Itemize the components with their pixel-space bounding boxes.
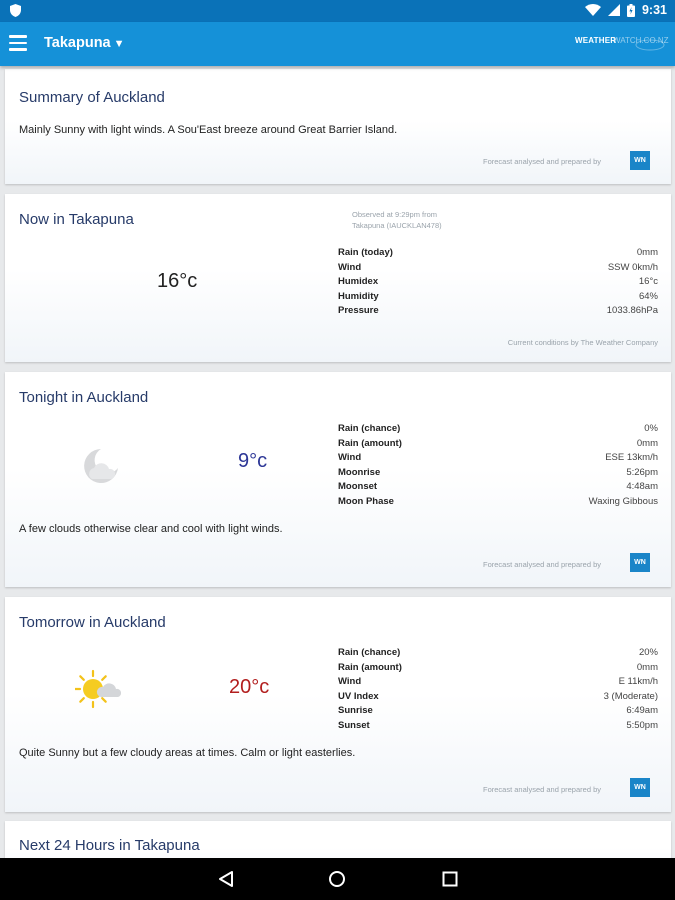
- location-label: Takapuna: [44, 35, 111, 51]
- tonight-text: A few clouds otherwise clear and cool wi…: [19, 523, 283, 535]
- detail-row: Pressure 1033.86hPa: [338, 305, 658, 317]
- status-bar: 9:31: [0, 0, 675, 22]
- caret-down-icon: ▼: [113, 38, 125, 50]
- now-details: Rain (today) 0mm Wind SSW 0km/h Humidex 16°…: [338, 247, 658, 320]
- summary-text: Mainly Sunny with light winds. A Sou'Eas…: [19, 124, 398, 136]
- tonight-credit: Forecast analysed and prepared by: [483, 560, 601, 569]
- detail-row: Rain (amount) 0mm: [338, 661, 658, 673]
- clock: 9:31: [641, 3, 667, 17]
- wn-logo: WN: [630, 553, 650, 572]
- navigation-bar: [0, 858, 675, 900]
- detail-row: Rain (chance) 20%: [338, 647, 658, 658]
- detail-row: Rain (chance) 0%: [338, 423, 658, 434]
- app-bar: Takapuna ▼ WEATHER WATCH.CO.NZ: [0, 22, 675, 66]
- detail-row: Wind E 11km/h: [338, 676, 658, 688]
- detail-row: Moon Phase Waxing Gibbous: [338, 495, 658, 507]
- detail-row: Moonset 4:48am: [338, 481, 658, 493]
- tomorrow-credit: Forecast analysed and prepared by: [483, 785, 601, 794]
- now-title: Now in Takapuna: [19, 211, 134, 228]
- detail-row: Rain (today) 0mm: [338, 247, 658, 258]
- summary-title: Summary of Auckland: [19, 89, 165, 106]
- sun-cloud-icon: [75, 669, 121, 709]
- detail-row: Sunrise 6:49am: [338, 705, 658, 717]
- observed-time: Observed at 9:29pm from: [352, 210, 438, 219]
- wn-logo: WN: [630, 151, 650, 170]
- now-card: Now in Takapuna Observed at 9:29pm from …: [5, 194, 671, 362]
- menu-icon[interactable]: [9, 35, 27, 51]
- detail-row: Humidity 64%: [338, 290, 658, 302]
- detail-row: Wind SSW 0km/h: [338, 261, 658, 273]
- tomorrow-title: Tomorrow in Auckland: [19, 614, 166, 631]
- location-selector[interactable]: Takapuna ▼: [44, 35, 125, 51]
- now-credit: Current conditions by The Weather Compan…: [507, 338, 658, 347]
- tomorrow-temperature: 20°c: [229, 676, 270, 698]
- brand-text-watch: WATCH.CO.NZ: [613, 36, 669, 45]
- cell-signal-icon: [607, 4, 620, 16]
- detail-row: UV Index 3 (Moderate): [338, 690, 658, 702]
- weatherwatch-logo: WEATHER WATCH.CO.NZ: [575, 35, 669, 53]
- tomorrow-card: Tomorrow in Auckland 20°c Rain (chance) 2…: [5, 597, 671, 812]
- battery-icon: [626, 3, 635, 17]
- shield-icon: [10, 4, 21, 17]
- brand-text-weather: WEATHER: [575, 36, 617, 45]
- tomorrow-details: Rain (chance) 20% Rain (amount) 0mm Wind E …: [338, 647, 658, 735]
- next24-card: Next 24 Hours in Takapuna: [5, 821, 671, 858]
- tonight-details: Rain (chance) 0% Rain (amount) 0mm Wind ESE…: [338, 423, 658, 511]
- detail-row: Humidex 16°c: [338, 276, 658, 288]
- observed-station: Takapuna (IAUCKLAN478): [352, 221, 442, 230]
- recents-icon[interactable]: [441, 870, 459, 888]
- observed-info: Observed at 9:29pm from Takapuna (IAUCKL…: [352, 209, 442, 231]
- moon-cloud-icon: [84, 449, 118, 483]
- tonight-card: Tonight in Auckland 9°c Rain (chance) 0% …: [5, 372, 671, 587]
- wifi-icon: [584, 4, 601, 16]
- current-temperature: 16°c: [157, 270, 198, 292]
- detail-row: Sunset 5:50pm: [338, 719, 658, 731]
- detail-row: Moonrise 5:26pm: [338, 466, 658, 478]
- tonight-temperature: 9°c: [238, 450, 268, 472]
- tomorrow-text: Quite Sunny but a few cloudy areas at ti…: [19, 747, 356, 759]
- next24-title: Next 24 Hours in Takapuna: [19, 837, 200, 854]
- wn-logo: WN: [630, 778, 650, 797]
- home-icon[interactable]: [328, 870, 346, 888]
- tonight-title: Tonight in Auckland: [19, 389, 149, 406]
- forecast-scroll-area[interactable]: Summary of Auckland Mainly Sunny with li…: [0, 66, 675, 858]
- summary-credit: Forecast analysed and prepared by: [483, 157, 601, 166]
- detail-row: Rain (amount) 0mm: [338, 437, 658, 449]
- detail-row: Wind ESE 13km/h: [338, 452, 658, 464]
- back-icon[interactable]: [217, 870, 235, 888]
- summary-card: Summary of Auckland Mainly Sunny with li…: [5, 69, 671, 184]
